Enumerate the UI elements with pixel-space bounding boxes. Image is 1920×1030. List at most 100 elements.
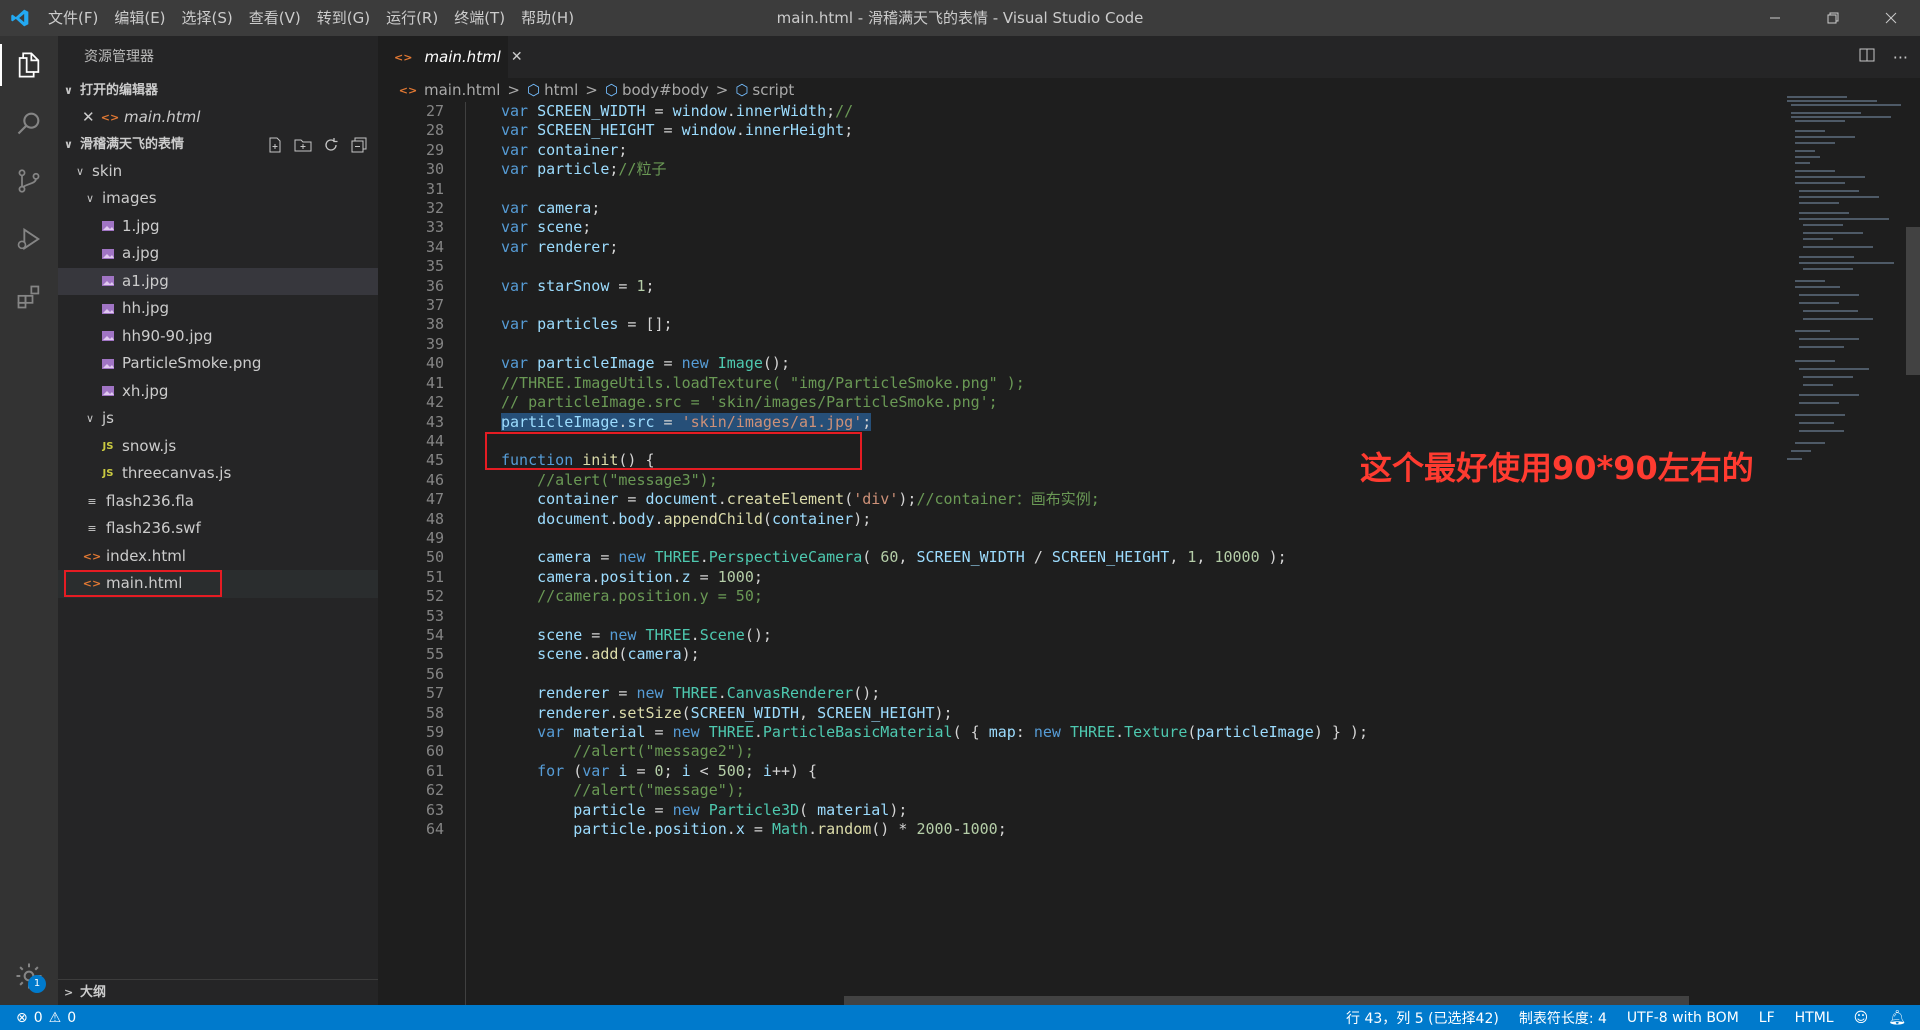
- code-line: scene.add(camera);: [537, 645, 700, 664]
- code-line: //alert("message3");: [537, 470, 718, 489]
- search-icon[interactable]: [0, 94, 58, 152]
- menu-terminal[interactable]: 终端(T): [446, 0, 513, 36]
- line-number: 34: [425, 237, 444, 256]
- error-icon: ⊗: [16, 1009, 28, 1026]
- breadcrumb-item[interactable]: body#body: [622, 81, 709, 99]
- line-number: 58: [425, 703, 444, 722]
- image-file-icon: [98, 329, 118, 343]
- outline-section[interactable]: > 大纲: [58, 979, 378, 1005]
- tree-label: skin: [92, 161, 123, 180]
- code-lines: var SCREEN_WIDTH = window.innerWidth;// …: [501, 102, 1368, 839]
- menu-go[interactable]: 转到(G): [309, 0, 378, 36]
- tree-file[interactable]: a.jpg: [58, 240, 378, 268]
- tab-main-html[interactable]: <> main.html ✕: [378, 36, 523, 78]
- html-file-icon: <>: [394, 50, 413, 64]
- minimap[interactable]: [1783, 90, 1903, 490]
- settings-badge: 1: [28, 975, 46, 993]
- menu-run[interactable]: 运行(R): [378, 0, 446, 36]
- source-control-icon[interactable]: [0, 152, 58, 210]
- outline-label: 大纲: [80, 984, 107, 1000]
- new-file-icon[interactable]: [264, 134, 286, 156]
- more-actions-icon[interactable]: ···: [1893, 48, 1908, 67]
- new-folder-icon[interactable]: [292, 134, 314, 156]
- line-number: 56: [425, 664, 444, 683]
- extensions-icon[interactable]: [0, 268, 58, 326]
- tree-folder-skin[interactable]: ∨ skin: [58, 158, 378, 186]
- language-mode[interactable]: HTML: [1795, 1010, 1834, 1026]
- problems-indicator[interactable]: ⊗ 0 ⚠ 0: [0, 1010, 76, 1026]
- menu-help[interactable]: 帮助(H): [513, 0, 582, 36]
- open-editor-label: main.html: [124, 108, 201, 126]
- image-file-icon: [98, 219, 118, 233]
- restore-icon[interactable]: [1804, 0, 1862, 36]
- tree-file[interactable]: JS snow.js: [58, 433, 378, 461]
- code-line: var camera;: [501, 199, 601, 218]
- vertical-scrollbar[interactable]: [1906, 102, 1920, 1005]
- refresh-icon[interactable]: [320, 134, 342, 156]
- image-file-icon: [98, 247, 118, 261]
- manage-gear-icon[interactable]: 1: [0, 947, 58, 1005]
- open-editors-section[interactable]: ∨ 打开的编辑器: [58, 78, 378, 104]
- code-line: var particles = [];: [501, 315, 673, 334]
- tree-file-active[interactable]: <> main.html: [58, 570, 378, 598]
- menu-selection[interactable]: 选择(S): [174, 0, 241, 36]
- minimize-icon[interactable]: [1746, 0, 1804, 36]
- chevron-down-icon: ∨: [75, 164, 85, 178]
- tree-file[interactable]: 1.jpg: [58, 213, 378, 241]
- open-editor-item[interactable]: ✕ <> main.html: [58, 104, 378, 132]
- code-line: camera.position.z = 1000;: [537, 567, 763, 586]
- close-icon[interactable]: [1862, 0, 1920, 36]
- line-number: 42: [425, 393, 444, 412]
- tree-folder-js[interactable]: ∨ js: [58, 405, 378, 433]
- breadcrumb-item[interactable]: script: [752, 81, 794, 99]
- notifications-bell-icon[interactable]: 🔔︎: [1888, 1010, 1906, 1026]
- tree-file[interactable]: JS threecanvas.js: [58, 460, 378, 488]
- tree-file[interactable]: ≡ flash236.swf: [58, 515, 378, 543]
- explorer-icon[interactable]: [0, 36, 58, 94]
- code-line: for (var i = 0; i < 500; i++) {: [537, 761, 818, 780]
- folder-section[interactable]: ∨ 滑稽满天飞的表情: [58, 132, 378, 158]
- feedback-icon[interactable]: ☺: [1854, 1010, 1869, 1026]
- code-editor[interactable]: 27 28 29 30 31 32 33 34 35 36 37 38 39 4…: [378, 102, 1783, 1005]
- end-of-line[interactable]: LF: [1759, 1010, 1775, 1026]
- menu-view[interactable]: 查看(V): [241, 0, 309, 36]
- line-number: 48: [425, 509, 444, 528]
- scroll-thumb[interactable]: [1906, 227, 1920, 375]
- code-line: renderer = new THREE.CanvasRenderer();: [537, 684, 881, 703]
- line-number: 64: [425, 820, 444, 839]
- text-file-icon: ≡: [87, 522, 97, 535]
- tree-file[interactable]: hh.jpg: [58, 295, 378, 323]
- chevron-right-icon: >: [507, 81, 520, 99]
- tree-file[interactable]: hh90-90.jpg: [58, 323, 378, 351]
- tree-label: images: [102, 189, 157, 207]
- menu-file[interactable]: 文件(F): [40, 0, 106, 36]
- line-number: 47: [425, 490, 444, 509]
- tree-file[interactable]: a1.jpg: [58, 267, 378, 295]
- tree-file[interactable]: <> index.html: [58, 543, 378, 571]
- annotation-text: 这个最好使用90*90左右的: [1360, 449, 1754, 487]
- tab-size[interactable]: 制表符长度: 4: [1519, 1008, 1607, 1028]
- code-line: var scene;: [501, 218, 592, 237]
- split-editor-icon[interactable]: [1859, 47, 1875, 67]
- js-file-icon: JS: [102, 468, 114, 479]
- image-file-icon: [98, 357, 118, 371]
- collapse-all-icon[interactable]: [348, 134, 370, 156]
- menu-edit[interactable]: 编辑(E): [106, 0, 173, 36]
- line-number: 39: [425, 334, 444, 353]
- breadcrumb-item[interactable]: html: [544, 81, 578, 99]
- tree-folder-images[interactable]: ∨ images: [58, 185, 378, 213]
- file-label: xh.jpg: [122, 381, 169, 400]
- breadcrumb-item[interactable]: main.html: [424, 81, 500, 99]
- tree-file[interactable]: ≡ flash236.fla: [58, 488, 378, 516]
- cursor-position[interactable]: 行 43，列 5 (已选择42): [1346, 1008, 1499, 1028]
- encoding[interactable]: UTF-8 with BOM: [1627, 1010, 1739, 1026]
- run-debug-icon[interactable]: [0, 210, 58, 268]
- tree-file[interactable]: xh.jpg: [58, 378, 378, 406]
- close-editor-icon[interactable]: ✕: [82, 104, 100, 132]
- close-icon[interactable]: ✕: [511, 49, 523, 65]
- file-label: a1.jpg: [122, 271, 169, 290]
- tree-file[interactable]: ParticleSmoke.png: [58, 350, 378, 378]
